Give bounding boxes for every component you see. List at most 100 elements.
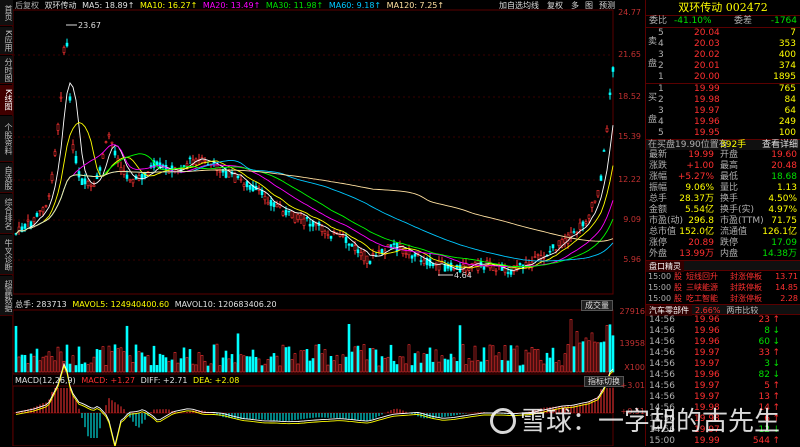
candle-body [428,258,432,267]
kline-toolbar-button-1[interactable]: 均线 [523,0,539,11]
stat-label: 换手 [720,194,739,204]
sidebar-tab-5[interactable]: 自选股 [0,163,13,193]
sidebar-tab-8[interactable]: 超赢数据 [0,276,13,316]
volume-bar [404,363,408,373]
kline-toolbar-button-3[interactable]: 多 [571,0,579,11]
volume-bar [413,353,417,373]
stat-label: 涨跌 [649,161,668,171]
candle-body [50,173,54,181]
candle-body [593,200,597,203]
kline-toolbar-button-4[interactable]: 图 [585,0,593,11]
candle-body [536,254,540,256]
ask-volume: 400 [778,50,796,60]
volume-bar [407,344,411,373]
stat-label: 换手(实) [720,205,755,215]
volume-bar [548,357,552,373]
stat-label: 振幅 [649,183,668,193]
volume-bar [392,360,396,373]
volume-bar [476,360,480,373]
volume-bar [308,360,312,373]
sidebar-tab-6[interactable]: 综合排名 [0,194,13,234]
bid-volume: 64 [784,106,796,116]
candle-body [92,184,96,187]
kline-y-tick: 15.39 [618,132,641,141]
kline-y-tick: 21.65 [618,50,641,59]
volume-bar [179,358,183,373]
stat-value: +1.00 [686,161,714,171]
sidebar-tab-2[interactable]: 分时图 [0,56,13,84]
stat-value: 4.97% [768,205,797,215]
stat-label: 市盈(动) [649,216,684,226]
ma20-line [15,144,614,268]
alert-row[interactable]: 15:00 股三峡能源 封跌停板 14.85 [646,282,800,293]
volume-bar [383,357,387,373]
volume-bar [416,351,420,373]
candle-body [413,253,417,257]
candle-body [404,253,408,255]
volume-bar [77,346,81,373]
volume-bar [236,333,240,373]
macd-value: MACD: +1.27 [81,376,136,385]
bid-row: 3 19.97 64 [646,106,800,117]
sidebar-tab-1[interactable]: K应用 [0,27,13,55]
trade-time: 14:56 [649,348,675,358]
candle-body [101,154,105,159]
alert-time: 15:00 [648,272,672,281]
candle-body [605,127,609,132]
volume-bar [551,347,555,373]
kline-y-tick: 9.09 [623,215,641,224]
stat-label: 内盘 [720,249,739,259]
volume-bar [152,345,156,373]
candle-body [362,250,366,262]
down-arrow-icon: ↓ [772,370,780,380]
candle-body [89,184,93,187]
candle-body [74,155,78,164]
stat-row: 涨幅 +5.27% 最低 18.68 [646,172,800,183]
candle-body [200,157,204,163]
volume-bar [188,349,192,373]
volume-bar [203,360,207,373]
volume-bar [359,350,363,373]
trade-time: 14:56 [649,359,675,369]
volume-bar [419,362,423,373]
alert-value: 2.28 [780,294,798,303]
sidebar-tab-7[interactable]: 牛叉诊断 [0,235,13,275]
candle-body [329,236,333,239]
volume-switch-button[interactable]: 成交量 [581,300,613,311]
candle-body [56,124,60,131]
volume-bar [395,364,399,373]
volume-bar [488,344,492,373]
bid-level: 1 [658,84,664,94]
trade-time: 14:56 [649,337,675,347]
volume-bar [155,364,159,373]
low-price-label: 4.64 [454,271,472,280]
alert-row[interactable]: 15:00 股吃工智能 封涨停板 2.28 [646,293,800,304]
stat-value: 296.8 [688,216,714,226]
volume-bar [410,365,414,373]
alert-row[interactable]: 15:00 股短线回升 封涨停板 13.71 [646,271,800,282]
trade-price: 19.97 [694,359,720,369]
volume-bar [281,344,285,373]
stat-label: 总手 [649,194,668,204]
kline-toolbar-button-2[interactable]: 复权 [547,0,563,11]
kline-toolbar-button-0[interactable]: 加自选 [499,0,523,11]
sidebar-tab-3[interactable]: K线图 [0,85,13,115]
volume-bar [119,347,123,373]
volume-bar [251,349,255,373]
bid-price: 19.96 [694,117,720,127]
sidebar-tab-4[interactable]: 个股资料 [0,116,13,162]
candle-body [320,225,324,232]
chart-area[interactable]: 23.67 4.64 后复权 双环传动 MA5: 18.89↑ MA10: 16.… [13,0,645,446]
volume-bar [254,356,258,373]
stock-name: 双环传动 [44,1,77,10]
sidebar-tab-0[interactable]: 首页 [0,0,13,26]
volume-bar [173,352,177,373]
candle-body [107,134,111,137]
candle-body [419,260,423,262]
dea-value: DEA: +2.08 [193,376,240,385]
trade-row: 14:56 19.97 33 ↑ [646,348,800,359]
stat-label: 流通值 [720,227,748,237]
trade-volume: 82 [758,370,770,380]
candle-body [596,189,600,197]
candle-body [35,213,39,217]
